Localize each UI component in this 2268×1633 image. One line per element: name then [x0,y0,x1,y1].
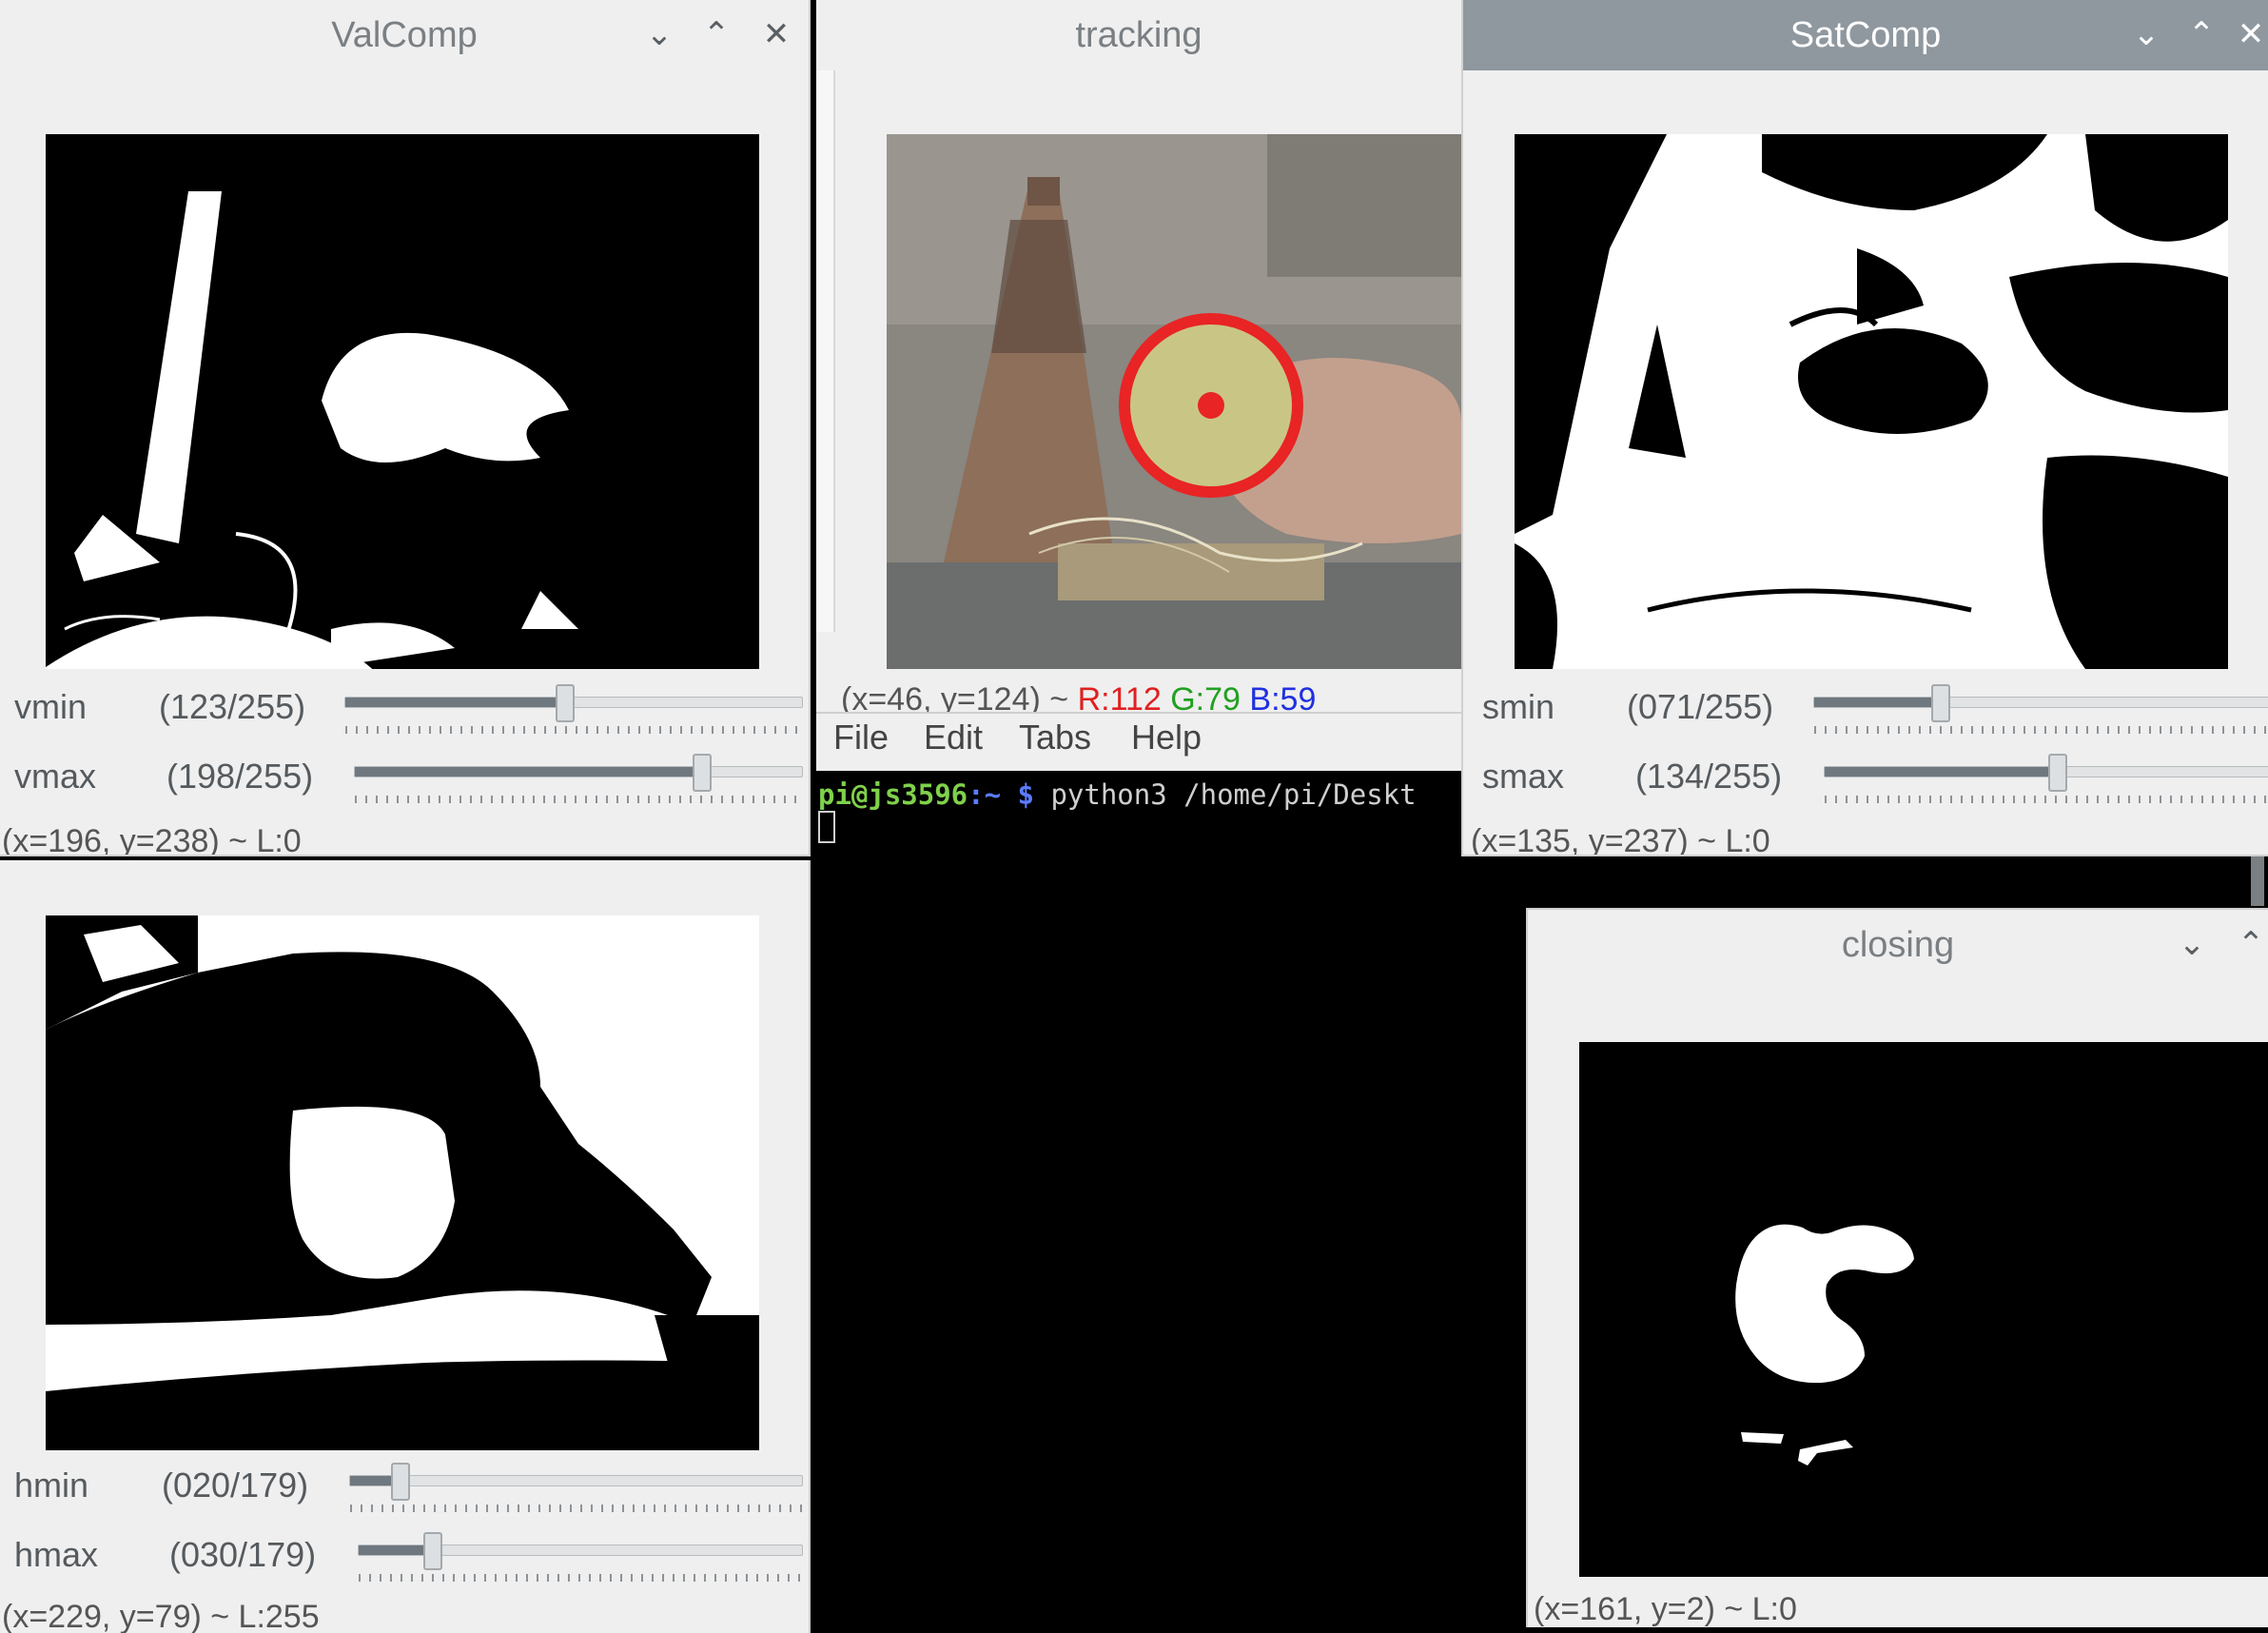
hmax-ticks [359,1574,802,1582]
valcomp-mask [46,134,759,669]
smin-fill [1814,698,1941,707]
tracking-title: tracking [1075,15,1202,55]
smin-handle[interactable] [1930,684,1950,722]
hmin-label: hmin [14,1466,89,1505]
vmin-value: (123/255) [159,687,306,726]
vmax-ticks [355,796,802,803]
valcomp-titlebar[interactable]: ValComp ⌄ ⌃ ✕ [0,0,809,70]
smin-ticks [1814,726,2268,734]
menu-help[interactable]: Help [1131,718,1202,757]
menu-edit[interactable]: Edit [924,718,983,757]
vmax-fill [355,767,702,777]
tracking-window: tracking (x=46, y=124) ~ R:112 G:79 B:59 [816,0,1461,714]
valcomp-title: ValComp [331,15,478,55]
tracking-titlebar[interactable]: tracking [816,0,1461,70]
prompt-user: pi@js3596 [818,778,968,811]
chevron-up-icon[interactable]: ⌃ [2232,923,2268,965]
chevron-down-icon[interactable]: ⌄ [640,13,678,55]
menu-tabs[interactable]: Tabs [1019,718,1091,757]
huecomp-status: (x=229, y=79) ~ L:255 [2,1599,320,1633]
hmin-slider[interactable] [349,1463,803,1512]
smin-value: (071/255) [1627,687,1774,726]
closing-window: closing ⌄ ⌃ (x=161, y=2) ~ L:0 [1526,908,2268,1627]
closing-image[interactable] [1579,1042,2268,1577]
chevron-up-icon[interactable]: ⌃ [2182,13,2220,55]
hmax-handle[interactable] [423,1532,443,1570]
hmin-value: (020/179) [162,1466,309,1505]
satcomp-titlebar[interactable]: SatComp ⌄ ⌃ ✕ [1463,0,2268,70]
vmin-slider[interactable] [344,684,803,734]
smax-slider[interactable] [1824,754,2268,803]
tracking-status: (x=46, y=124) ~ R:112 G:79 B:59 [841,681,1317,714]
hmax-slider[interactable] [358,1532,803,1582]
vmin-label: vmin [14,687,88,726]
chevron-up-icon[interactable]: ⌃ [697,13,735,55]
huecomp-image[interactable] [46,915,759,1450]
valcomp-status: (x=196, y=238) ~ L:0 [2,823,302,856]
hmax-value: (030/179) [169,1535,317,1574]
tracking-status-g: G:79 [1170,681,1241,714]
closing-title: closing [1841,925,1955,965]
smin-slider[interactable] [1813,684,2268,734]
vmax-slider[interactable] [354,754,803,803]
smin-label: smin [1482,687,1555,726]
tracking-camera-frame [887,134,1461,669]
tracking-status-r: R:112 [1077,681,1162,714]
prompt-symbol: $ [1017,778,1034,811]
vmax-value: (198/255) [166,757,314,796]
huecomp-window: hmin (020/179) hmax (030/179) (x=229, y=… [0,860,811,1633]
smax-fill [1825,767,2059,777]
closing-titlebar[interactable]: closing ⌄ ⌃ [1528,910,2268,978]
background-scrollbar [2251,856,2264,906]
vmin-ticks [345,726,802,734]
menu-file[interactable]: File [833,718,889,757]
vmax-label: vmax [14,757,97,796]
tracking-status-coords: (x=46, y=124) ~ [841,681,1069,714]
closing-status: (x=161, y=2) ~ L:0 [1534,1591,1797,1627]
valcomp-image[interactable] [46,134,759,669]
hmax-label: hmax [14,1535,99,1574]
smax-label: smax [1482,757,1565,796]
tracking-image[interactable] [887,134,1461,669]
close-icon[interactable]: ✕ [757,13,795,55]
vmin-fill [345,698,566,707]
valcomp-window: ValComp ⌄ ⌃ ✕ vmin (123/255) vmax (198/2… [0,0,811,856]
vmin-handle[interactable] [556,684,576,722]
smax-value: (134/255) [1635,757,1783,796]
smax-ticks [1825,796,2268,803]
satcomp-mask [1515,134,2228,669]
terminal-prompt-line: pi@js3596:~ $ python3 /home/pi/Deskt [818,778,1417,811]
satcomp-image[interactable] [1515,134,2228,669]
hmin-ticks [350,1505,802,1512]
terminal-cursor [818,811,835,843]
closing-mask [1579,1042,2268,1577]
prompt-path: :~ [968,778,1002,811]
tracking-left-edge [816,70,835,632]
chevron-down-icon[interactable]: ⌄ [2173,923,2211,965]
huecomp-mask [46,915,759,1450]
hmax-fill [359,1545,434,1555]
satcomp-status: (x=135, y=237) ~ L:0 [1471,823,1770,856]
close-icon[interactable]: ✕ [2232,13,2268,55]
terminal-menubar: File Edit Tabs Help [816,704,1463,771]
tracking-status-b: B:59 [1249,681,1317,714]
chevron-down-icon[interactable]: ⌄ [2127,13,2165,55]
hmin-handle[interactable] [391,1463,411,1501]
vmax-handle[interactable] [692,754,712,792]
terminal-command: python3 /home/pi/Deskt [1050,778,1417,811]
satcomp-window: SatComp ⌄ ⌃ ✕ smin (071/255) smax (134/2… [1461,0,2268,856]
terminal-window: File Edit Tabs Help pi@js3596:~ $ python… [816,704,1463,1633]
smax-handle[interactable] [2048,754,2068,792]
